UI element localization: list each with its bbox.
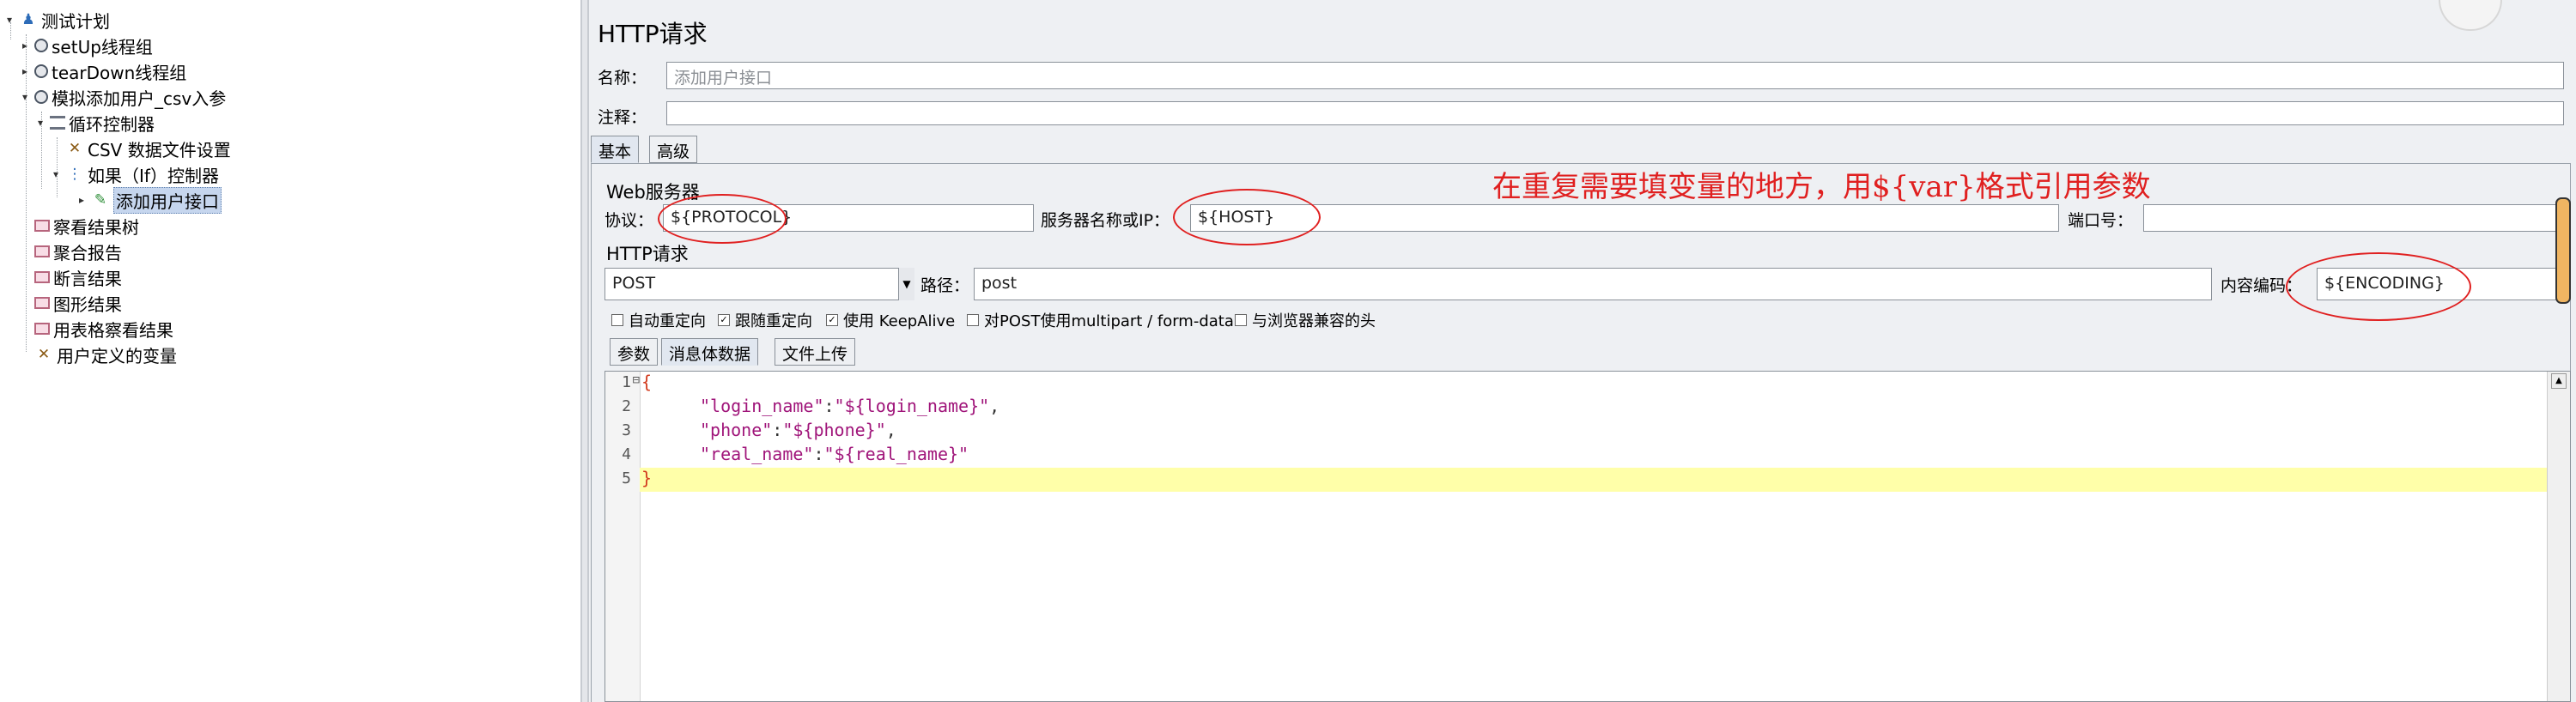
comment-label: 注释： xyxy=(598,108,647,127)
keepalive-checkbox[interactable]: ✓ 使用 KeepAlive xyxy=(826,309,955,331)
code-line: "phone":"${phone}", xyxy=(700,420,896,440)
if-controller-icon: ⋮ xyxy=(67,166,82,183)
line-number: 4 xyxy=(622,445,631,463)
tree-item-loop-controller[interactable]: ▾ 循环控制器 xyxy=(34,110,155,136)
tree-item-label: CSV 数据文件设置 xyxy=(88,139,231,160)
tab-basic[interactable]: 基本 xyxy=(591,136,640,163)
line-number: 3 xyxy=(622,421,631,439)
line-number: 5 xyxy=(622,469,631,487)
code-line: } xyxy=(641,468,653,488)
sampler-pen-icon: ✎ xyxy=(94,191,107,209)
chart-icon xyxy=(34,245,50,257)
tree-item-label: 循环控制器 xyxy=(69,113,155,135)
browser-headers-checkbox[interactable]: 与浏览器兼容的头 xyxy=(1235,309,1376,331)
tab-file-upload[interactable]: 文件上传 xyxy=(775,338,856,366)
protocol-highlight-ellipse xyxy=(658,194,787,244)
tab-parameters[interactable]: 参数 xyxy=(610,338,659,366)
tree-item-label: 如果（If）控制器 xyxy=(88,165,219,186)
tree-item-assertion-results[interactable]: 断言结果 xyxy=(34,264,122,290)
path-field[interactable]: post xyxy=(974,268,2212,300)
fold-icon[interactable]: ⊟ xyxy=(628,373,640,387)
page-title: HTTP请求 xyxy=(598,20,708,48)
tree-item-label: tearDown线程组 xyxy=(52,62,187,83)
host-highlight-ellipse xyxy=(1173,189,1321,245)
expand-toggle-icon[interactable]: ▸ xyxy=(19,39,31,51)
pane-splitter[interactable] xyxy=(580,0,589,702)
tree-item-csv-thread-group[interactable]: ▾ 模拟添加用户_csv入参 xyxy=(19,84,226,110)
chevron-down-icon[interactable]: ▼ xyxy=(898,268,914,300)
follow-redirect-checkbox[interactable]: ✓ 跟随重定向 xyxy=(718,309,812,331)
tree-item-label: 察看结果树 xyxy=(53,216,139,238)
port-label: 端口号： xyxy=(2068,211,2134,230)
scroll-up-icon[interactable]: ▲ xyxy=(2551,373,2567,389)
http-request-section: HTTP请求 xyxy=(606,244,689,264)
protocol-label: 协议： xyxy=(605,211,654,230)
gear-icon xyxy=(34,39,48,52)
chart-icon xyxy=(34,271,50,283)
expand-toggle-icon[interactable]: ▾ xyxy=(34,117,46,129)
expand-toggle-icon[interactable]: ▾ xyxy=(3,14,15,26)
method-select[interactable]: POST xyxy=(605,268,914,300)
chart-icon xyxy=(34,323,50,335)
name-field[interactable]: 添加用户接口 xyxy=(666,62,2564,89)
tree-item-view-results-tree[interactable]: 察看结果树 xyxy=(34,213,139,239)
current-line-highlight xyxy=(640,468,2548,492)
tree-item-label: 用户定义的变量 xyxy=(57,345,177,366)
gear-icon xyxy=(34,64,48,78)
test-plan-tree[interactable]: ▾ ♟ 测试计划 ▸ setUp线程组 ▸ tearDown线程组 ▾ 模拟添加… xyxy=(0,0,580,702)
wrench-icon: ✕ xyxy=(68,140,82,157)
tree-item-graph-results[interactable]: 图形结果 xyxy=(34,290,122,316)
http-request-panel: HTTP请求 名称： 添加用户接口 注释： 基本 高级 Web服务器 协议： $… xyxy=(589,0,2576,702)
annotation-text: 在重复需要填变量的地方，用${var}格式引用参数 xyxy=(1492,170,2151,204)
tree-item-csv-data-set[interactable]: ✕ CSV 数据文件设置 xyxy=(65,136,231,161)
line-number: 2 xyxy=(622,397,631,415)
vertical-scrollbar[interactable]: ▲ xyxy=(2547,372,2570,701)
test-plan-icon: ♟ xyxy=(21,11,35,28)
tree-item-user-variables[interactable]: ✕ 用户定义的变量 xyxy=(34,342,177,367)
scroll-thumb[interactable] xyxy=(2555,197,2571,304)
tab-advanced[interactable]: 高级 xyxy=(649,136,698,163)
tree-item-label: 模拟添加用户_csv入参 xyxy=(52,88,227,109)
server-label: 服务器名称或IP： xyxy=(1041,211,1170,230)
tree-item-label: 添加用户接口 xyxy=(113,186,222,214)
name-label: 名称： xyxy=(598,69,647,88)
port-field[interactable] xyxy=(2143,204,2564,232)
tab-body-data[interactable]: 消息体数据 xyxy=(661,338,759,366)
encoding-highlight-ellipse xyxy=(2286,252,2471,321)
tree-item-test-plan[interactable]: ▾ ♟ 测试计划 xyxy=(3,7,110,33)
comment-field[interactable] xyxy=(666,101,2564,125)
expand-toggle-icon[interactable]: ▸ xyxy=(76,194,88,206)
expand-toggle-icon[interactable]: ▸ xyxy=(19,65,31,77)
loop-icon xyxy=(50,116,65,130)
mascot-icon xyxy=(2439,0,2502,31)
gear-icon xyxy=(34,90,48,104)
tree-item-label: 测试计划 xyxy=(41,10,110,32)
tree-item-label: setUp线程组 xyxy=(52,36,153,57)
tree-item-setup-thread-group[interactable]: ▸ setUp线程组 xyxy=(19,33,153,58)
chart-icon xyxy=(34,220,50,232)
expand-toggle-icon[interactable]: ▾ xyxy=(19,91,31,103)
tree-item-add-user-api[interactable]: ▸ ✎ 添加用户接口 xyxy=(76,186,222,214)
auto-redirect-checkbox[interactable]: 自动重定向 xyxy=(611,309,706,331)
expand-toggle-icon[interactable]: ▾ xyxy=(50,168,62,180)
tree-item-aggregate-report[interactable]: 聚合报告 xyxy=(34,239,122,264)
tree-item-label: 用表格察看结果 xyxy=(53,319,173,341)
tree-item-label: 聚合报告 xyxy=(53,242,122,263)
code-line: "real_name":"${real_name}" xyxy=(700,444,969,464)
tree-item-if-controller[interactable]: ▾ ⋮ 如果（If）控制器 xyxy=(50,161,219,187)
tree-item-label: 断言结果 xyxy=(53,268,122,289)
tree-item-teardown-thread-group[interactable]: ▸ tearDown线程组 xyxy=(19,58,186,84)
code-line: { xyxy=(641,372,653,392)
body-data-editor[interactable]: 1 ⊟ 2 3 4 5 { "login_name":"${login_name… xyxy=(605,371,2571,702)
chart-icon xyxy=(34,297,50,309)
tree-item-label: 图形结果 xyxy=(53,294,122,315)
path-label: 路径： xyxy=(920,276,970,295)
wrench-icon: ✕ xyxy=(37,346,51,363)
code-line: "login_name":"${login_name}", xyxy=(700,396,1000,416)
multipart-checkbox[interactable]: 对POST使用multipart / form-data xyxy=(967,309,1234,331)
tree-item-table-results[interactable]: 用表格察看结果 xyxy=(34,316,173,342)
